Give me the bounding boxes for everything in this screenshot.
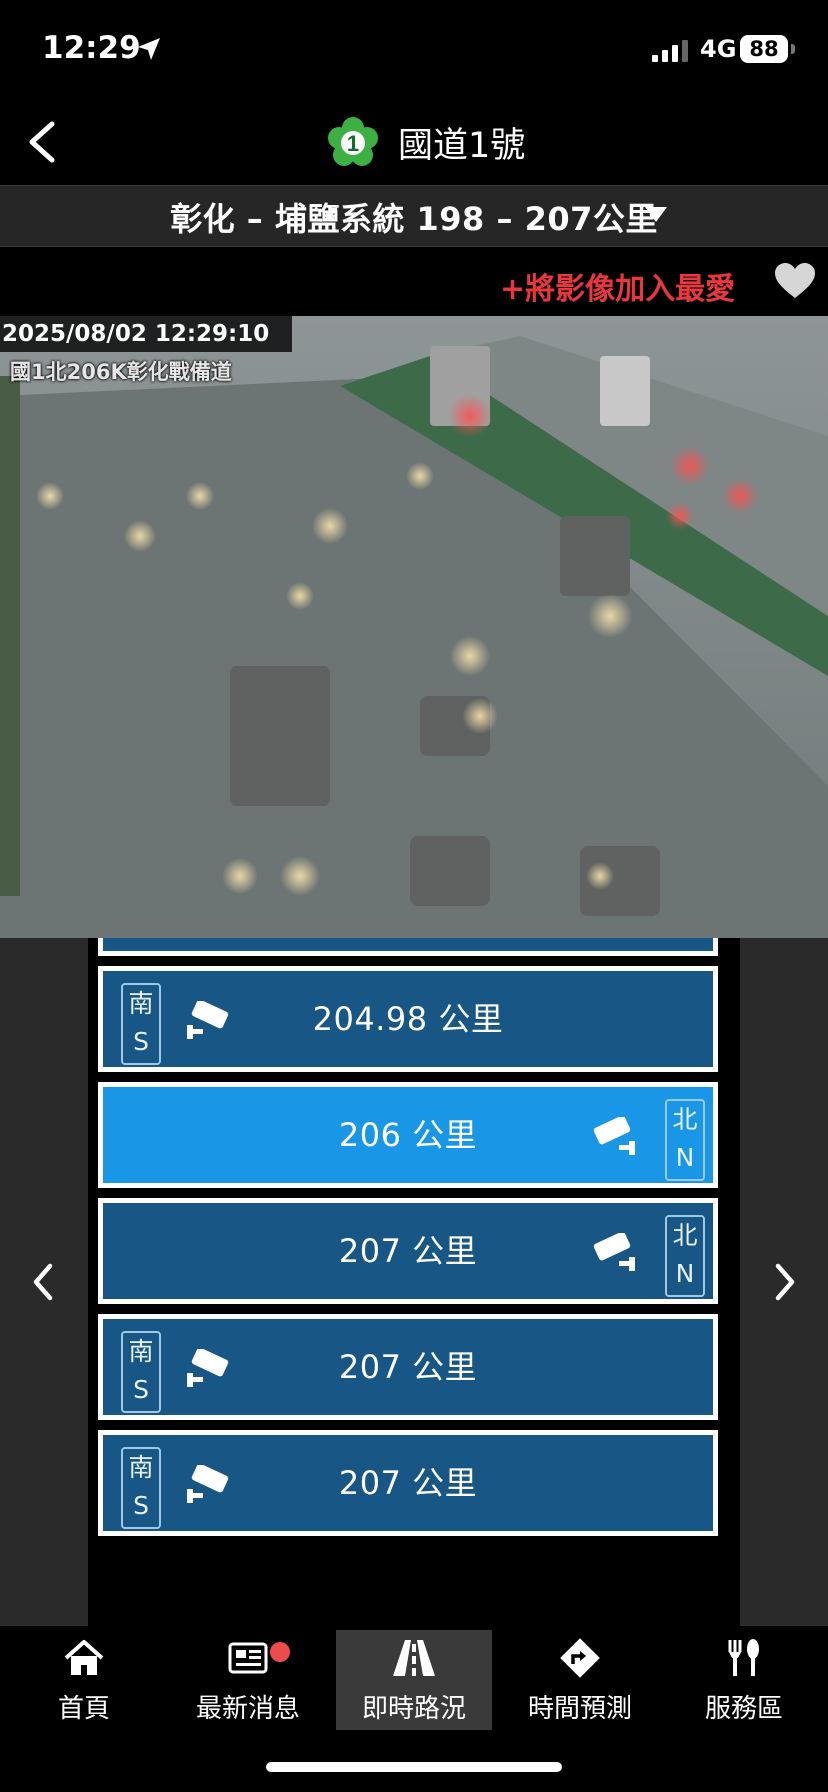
tab-news[interactable]: 最新消息 (170, 1630, 326, 1730)
direction-en: N (675, 1259, 695, 1288)
list-item-label: 207 公里 (338, 1348, 478, 1386)
direction-zh: 北 (672, 1105, 698, 1134)
page-title: 國道1號 (398, 126, 526, 166)
road-icon (393, 1640, 435, 1676)
direction-en: N (675, 1143, 695, 1172)
signal-icon (652, 40, 688, 62)
section-label: 彰化 – 埔鹽系統 198 – 207公里 (170, 200, 658, 238)
chevron-left-icon[interactable] (28, 1260, 58, 1304)
fork-knife-icon (728, 1639, 759, 1676)
notification-badge (270, 1642, 290, 1662)
list-item-label: 207 公里 (338, 1464, 478, 1502)
home-indicator (266, 1762, 562, 1772)
list-item[interactable]: 南 S 204.98 公里 (98, 966, 718, 1072)
tab-label: 最新消息 (195, 1694, 300, 1724)
tab-label: 服務區 (704, 1694, 783, 1724)
direction-badge: 北 N (665, 1215, 705, 1297)
camera-image (0, 316, 828, 938)
add-favorite-link[interactable]: +將影像加入最愛 (500, 264, 735, 308)
battery-tip (791, 44, 795, 54)
route-number: 1 (347, 131, 359, 156)
list-item[interactable]: 南 S 207 公里 (98, 1314, 718, 1420)
route-icon (560, 1638, 600, 1678)
camera-timestamp: 2025/08/02 12:29:10 (0, 316, 292, 352)
direction-badge: 北 N (665, 1099, 705, 1181)
back-button[interactable] (18, 112, 68, 172)
chevron-right-icon[interactable] (770, 1260, 800, 1304)
tab-traffic[interactable]: 即時路況 (336, 1630, 492, 1730)
tab-service-area[interactable]: 服務區 (666, 1630, 822, 1730)
network-type: 4G (700, 35, 737, 63)
list-item[interactable]: 207 公里 北 N (98, 1198, 718, 1304)
list-item[interactable] (98, 938, 718, 956)
tab-label: 時間預測 (527, 1694, 632, 1724)
news-icon (228, 1642, 268, 1674)
status-time: 12:29 (42, 30, 141, 66)
tab-label: 即時路況 (361, 1694, 466, 1724)
battery-icon: 88 (740, 35, 788, 63)
tab-time-prediction[interactable]: 時間預測 (502, 1630, 658, 1730)
caret-down-icon (645, 207, 667, 222)
location-arrow-icon (138, 38, 160, 60)
camera-list[interactable]: 南 S 204.98 公里 206 公里 北 N 207 公里 北 N 南 S … (88, 938, 740, 1626)
list-item[interactable]: 南 S 207 公里 (98, 1430, 718, 1536)
camera-location: 國1北206K彰化戰備道 (10, 360, 232, 384)
tab-label: 首頁 (57, 1694, 110, 1724)
tab-home[interactable]: 首頁 (6, 1630, 162, 1730)
list-item-active[interactable]: 206 公里 北 N (98, 1082, 718, 1188)
home-icon (64, 1640, 104, 1675)
heart-icon[interactable] (774, 262, 816, 300)
cctv-camera-icon (593, 1117, 635, 1155)
section-selector[interactable]: 彰化 – 埔鹽系統 198 – 207公里 (0, 185, 828, 247)
freeway-shield-icon: 1 (328, 117, 378, 166)
list-item-label: 204.98 公里 (312, 1000, 504, 1038)
cctv-camera-icon (593, 1233, 635, 1271)
direction-zh: 北 (672, 1221, 698, 1250)
